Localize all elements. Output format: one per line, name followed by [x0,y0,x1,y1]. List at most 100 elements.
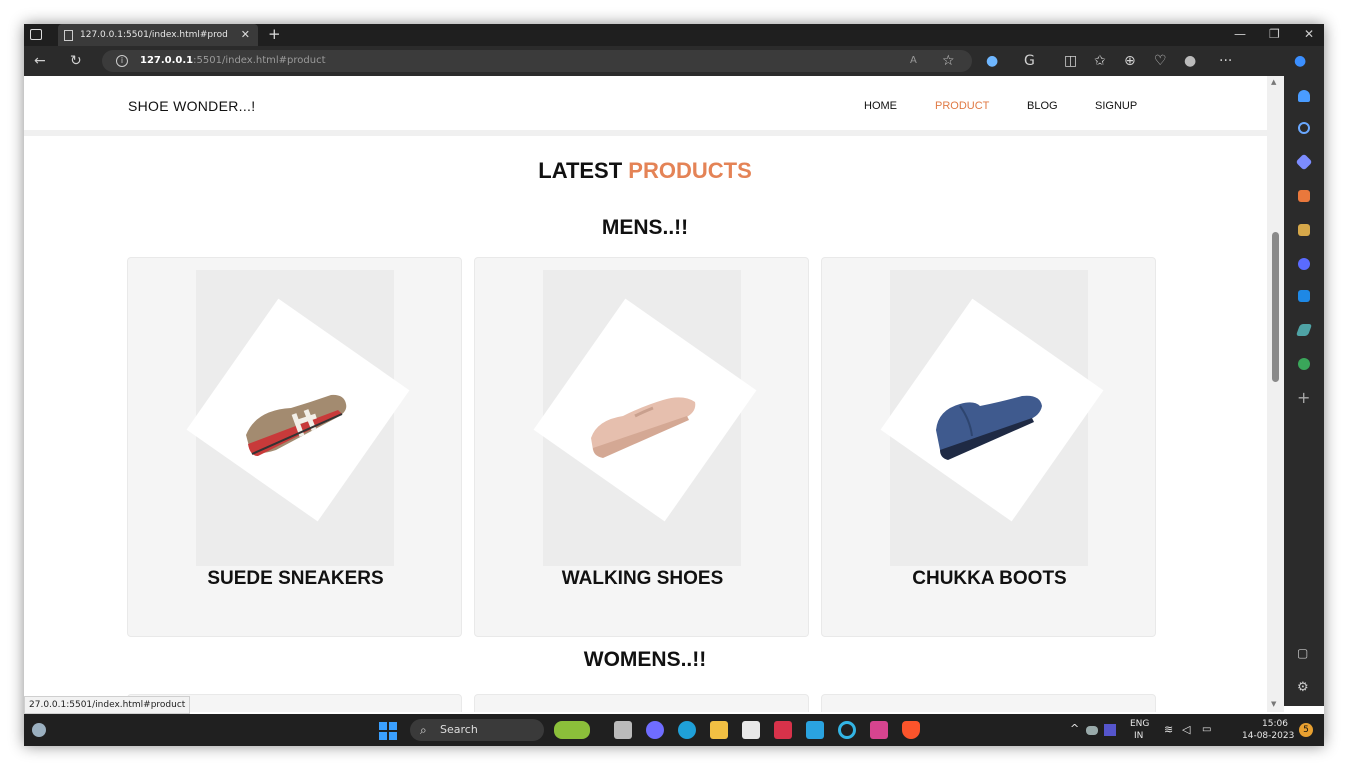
browser-toolbar: ← ↻ i 127.0.0.1:5501/index.html#product … [24,46,1324,76]
scroll-up-icon[interactable]: ▲ [1271,78,1276,86]
settings-gear-icon[interactable]: ⚙ [1297,680,1309,695]
search-icon[interactable] [1298,122,1310,134]
clock-time[interactable]: 15:06 [1262,718,1288,730]
address-host: 127.0.0.1 [140,55,194,66]
scrollbar-thumb[interactable] [1272,232,1279,382]
site-brand[interactable]: SHOE WONDER...! [128,98,255,114]
close-tab-icon[interactable]: ✕ [241,24,250,46]
wifi-icon[interactable]: ≋ [1164,724,1173,736]
collections-icon[interactable]: ⊕ [1124,46,1136,76]
site-navbar: SHOE WONDER...! HOME PRODUCT BLOG SIGNUP [24,76,1267,136]
send-icon[interactable] [1295,324,1313,336]
favorite-star-icon[interactable]: ☆ [942,46,955,76]
site-info-icon[interactable]: i [116,55,128,67]
search-icon: ⌕ [420,723,427,737]
tray-overflow-icon[interactable]: ^ [1070,723,1079,735]
restore-icon[interactable]: ❐ [1269,24,1280,44]
windows-taskbar: ⌕ Search ^ ENG IN ≋ ◁ ▭ 15:06 14-08-2023… [24,714,1324,746]
walking-shoe-icon [591,397,696,458]
refresh-icon[interactable]: ↻ [70,46,82,76]
task-view-icon[interactable] [614,721,632,739]
product-card[interactable] [821,694,1156,712]
browser-tab-strip: 127.0.0.1:5501/index.html#prod ✕ + — ❐ ✕ [24,24,1324,46]
nav-signup[interactable]: SIGNUP [1095,100,1137,112]
cloud-icon[interactable] [1086,726,1098,735]
mens-section-title: MENS..!! [601,216,689,239]
tree-icon[interactable] [1298,358,1310,370]
split-screen-icon[interactable]: ◫ [1064,46,1077,76]
web-page: SHOE WONDER...! HOME PRODUCT BLOG SIGNUP… [24,76,1267,712]
store-icon[interactable] [742,721,760,739]
heading-main: LATEST [538,158,623,183]
screenshot-frame: 127.0.0.1:5501/index.html#prod ✕ + — ❐ ✕… [24,24,1324,746]
read-aloud-icon[interactable]: A [910,46,917,76]
product-card[interactable]: SUEDE SNEAKERS [127,257,462,637]
volume-icon[interactable]: ◁ [1182,724,1190,736]
back-arrow-icon[interactable]: ← [34,46,46,76]
app-l-icon[interactable] [806,721,824,739]
outlook-icon[interactable] [1298,290,1310,302]
tab-actions-icon[interactable] [30,29,42,40]
notification-bell-icon[interactable] [1298,90,1310,102]
tag-icon[interactable] [1295,153,1313,171]
extension-g-icon[interactable]: G [1024,46,1035,76]
cortana-icon[interactable] [838,721,856,739]
product-image [533,270,757,566]
scroll-down-icon[interactable]: ▼ [1271,700,1276,708]
file-explorer-icon[interactable] [710,721,728,739]
more-options-icon[interactable]: ··· [1219,46,1232,76]
tray-app-icon[interactable] [1104,724,1116,736]
edge-sidebar: + ▢ ⚙ [1284,76,1324,706]
extension-icon[interactable]: ● [986,46,998,76]
address-bar[interactable]: i 127.0.0.1:5501/index.html#product [102,50,972,72]
heading-accent: PRODUCTS [628,158,752,183]
mcafee-icon[interactable] [774,721,792,739]
browser-essentials-icon[interactable]: ♡ [1154,46,1167,76]
product-name: SUEDE SNEAKERS [207,568,384,589]
windows-start-icon[interactable] [379,722,397,740]
add-icon[interactable]: + [1297,388,1310,407]
product-name: WALKING SHOES [561,568,724,589]
close-window-icon[interactable]: ✕ [1304,24,1314,44]
sneaker-icon [246,394,347,456]
meet-icon[interactable] [646,721,664,739]
bing-copilot-icon[interactable]: ● [1294,46,1306,76]
people-icon[interactable] [1298,224,1310,236]
widget-icon[interactable] [554,721,590,739]
womens-section-title: WOMENS..!! [583,648,707,671]
browser-tab[interactable]: 127.0.0.1:5501/index.html#prod ✕ [58,24,258,46]
search-label: Search [440,723,478,736]
brave-icon[interactable] [902,721,920,739]
clock-date[interactable]: 14-08-2023 [1242,730,1294,742]
edge-browser-icon[interactable] [678,721,696,739]
product-image [880,270,1104,566]
profile-avatar-icon[interactable]: ● [1184,46,1196,76]
page-heading: LATEST PRODUCTS [24,158,1267,184]
favorites-icon[interactable]: ✩ [1094,46,1106,76]
nav-blog[interactable]: BLOG [1027,100,1058,112]
taskbar-search[interactable]: ⌕ Search [410,719,544,741]
new-tab-button[interactable]: + [268,24,281,44]
tab-title: 127.0.0.1:5501/index.html#prod [80,30,228,40]
page-scrollbar[interactable]: ▲ ▼ [1267,76,1284,712]
product-name: CHUKKA BOOTS [912,568,1067,589]
minimize-icon[interactable]: — [1234,24,1246,44]
product-card[interactable] [474,694,809,712]
notification-badge[interactable]: 5 [1299,723,1313,737]
nav-product[interactable]: PRODUCT [935,100,989,112]
product-card[interactable]: CHUKKA BOOTS [821,257,1156,637]
language-code[interactable]: ENG [1130,718,1149,730]
product-card[interactable]: WALKING SHOES [474,257,809,637]
address-path: :5501/index.html#product [193,55,326,66]
page-icon [64,30,73,41]
chukka-boot-icon [936,395,1042,460]
copilot-circle-icon[interactable] [1298,258,1310,270]
weather-icon[interactable] [32,723,46,737]
product-image [186,270,410,566]
nav-home[interactable]: HOME [864,100,897,112]
language-region[interactable]: IN [1134,730,1143,742]
instagram-icon[interactable] [870,721,888,739]
sidebar-layout-icon[interactable]: ▢ [1297,646,1308,660]
battery-icon[interactable]: ▭ [1202,724,1211,736]
toolbox-icon[interactable] [1298,190,1310,202]
